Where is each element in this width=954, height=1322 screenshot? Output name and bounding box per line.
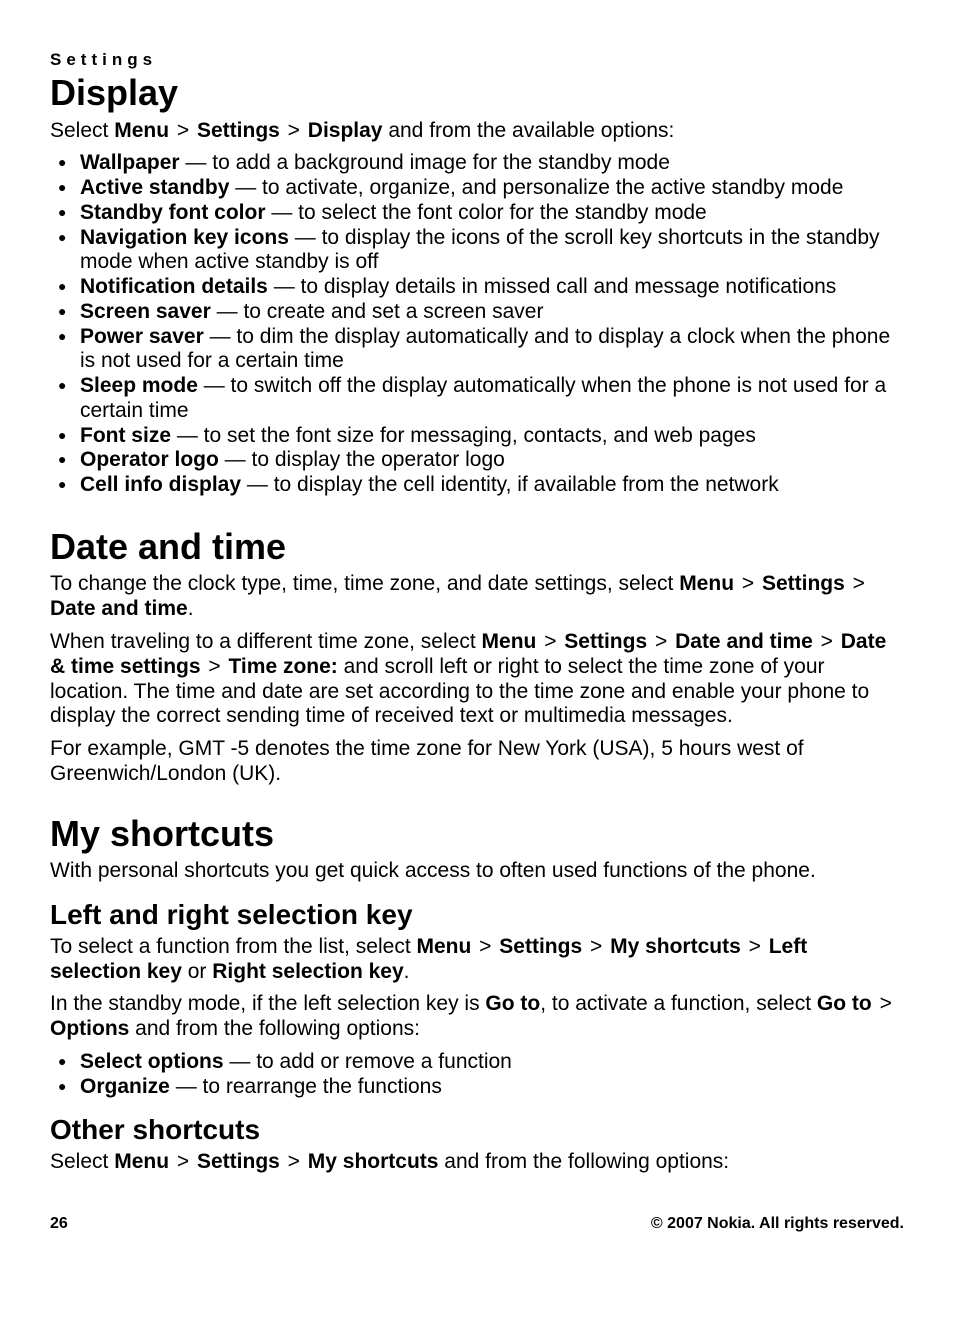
- lr-p2: In the standby mode, if the left selecti…: [50, 992, 904, 1042]
- shortcuts-intro: With personal shortcuts you get quick ac…: [50, 859, 904, 884]
- list-item: Notification details — to display detail…: [80, 275, 904, 300]
- datetime-p2: When traveling to a different time zone,…: [50, 630, 904, 729]
- lr-options-list: Select options — to add or remove a func…: [50, 1050, 904, 1100]
- list-item: Standby font color — to select the font …: [80, 201, 904, 226]
- list-item: Active standby — to activate, organize, …: [80, 176, 904, 201]
- display-intro: Select Menu > Settings > Display and fro…: [50, 119, 904, 144]
- page-footer: 26 © 2007 Nokia. All rights reserved.: [50, 1215, 904, 1234]
- section-header: Settings: [50, 50, 904, 70]
- other-shortcuts-heading: Other shortcuts: [50, 1113, 904, 1146]
- list-item: Navigation key icons — to display the ic…: [80, 226, 904, 276]
- list-item: Operator logo — to display the operator …: [80, 448, 904, 473]
- list-item: Select options — to add or remove a func…: [80, 1050, 904, 1075]
- copyright: © 2007 Nokia. All rights reserved.: [651, 1215, 904, 1234]
- datetime-p3: For example, GMT -5 denotes the time zon…: [50, 737, 904, 787]
- list-item: Power saver — to dim the display automat…: [80, 325, 904, 375]
- list-item: Sleep mode — to switch off the display a…: [80, 374, 904, 424]
- display-options-list: Wallpaper — to add a background image fo…: [50, 151, 904, 498]
- list-item: Font size — to set the font size for mes…: [80, 424, 904, 449]
- shortcuts-heading: My shortcuts: [50, 813, 904, 855]
- display-heading: Display: [50, 72, 904, 114]
- datetime-heading: Date and time: [50, 526, 904, 568]
- list-item: Cell info display — to display the cell …: [80, 473, 904, 498]
- page-number: 26: [50, 1215, 68, 1234]
- list-item: Screen saver — to create and set a scree…: [80, 300, 904, 325]
- list-item: Organize — to rearrange the functions: [80, 1075, 904, 1100]
- lr-p1: To select a function from the list, sele…: [50, 935, 904, 985]
- list-item: Wallpaper — to add a background image fo…: [80, 151, 904, 176]
- datetime-p1: To change the clock type, time, time zon…: [50, 572, 904, 622]
- lr-selection-heading: Left and right selection key: [50, 898, 904, 931]
- other-shortcuts-p1: Select Menu > Settings > My shortcuts an…: [50, 1150, 904, 1175]
